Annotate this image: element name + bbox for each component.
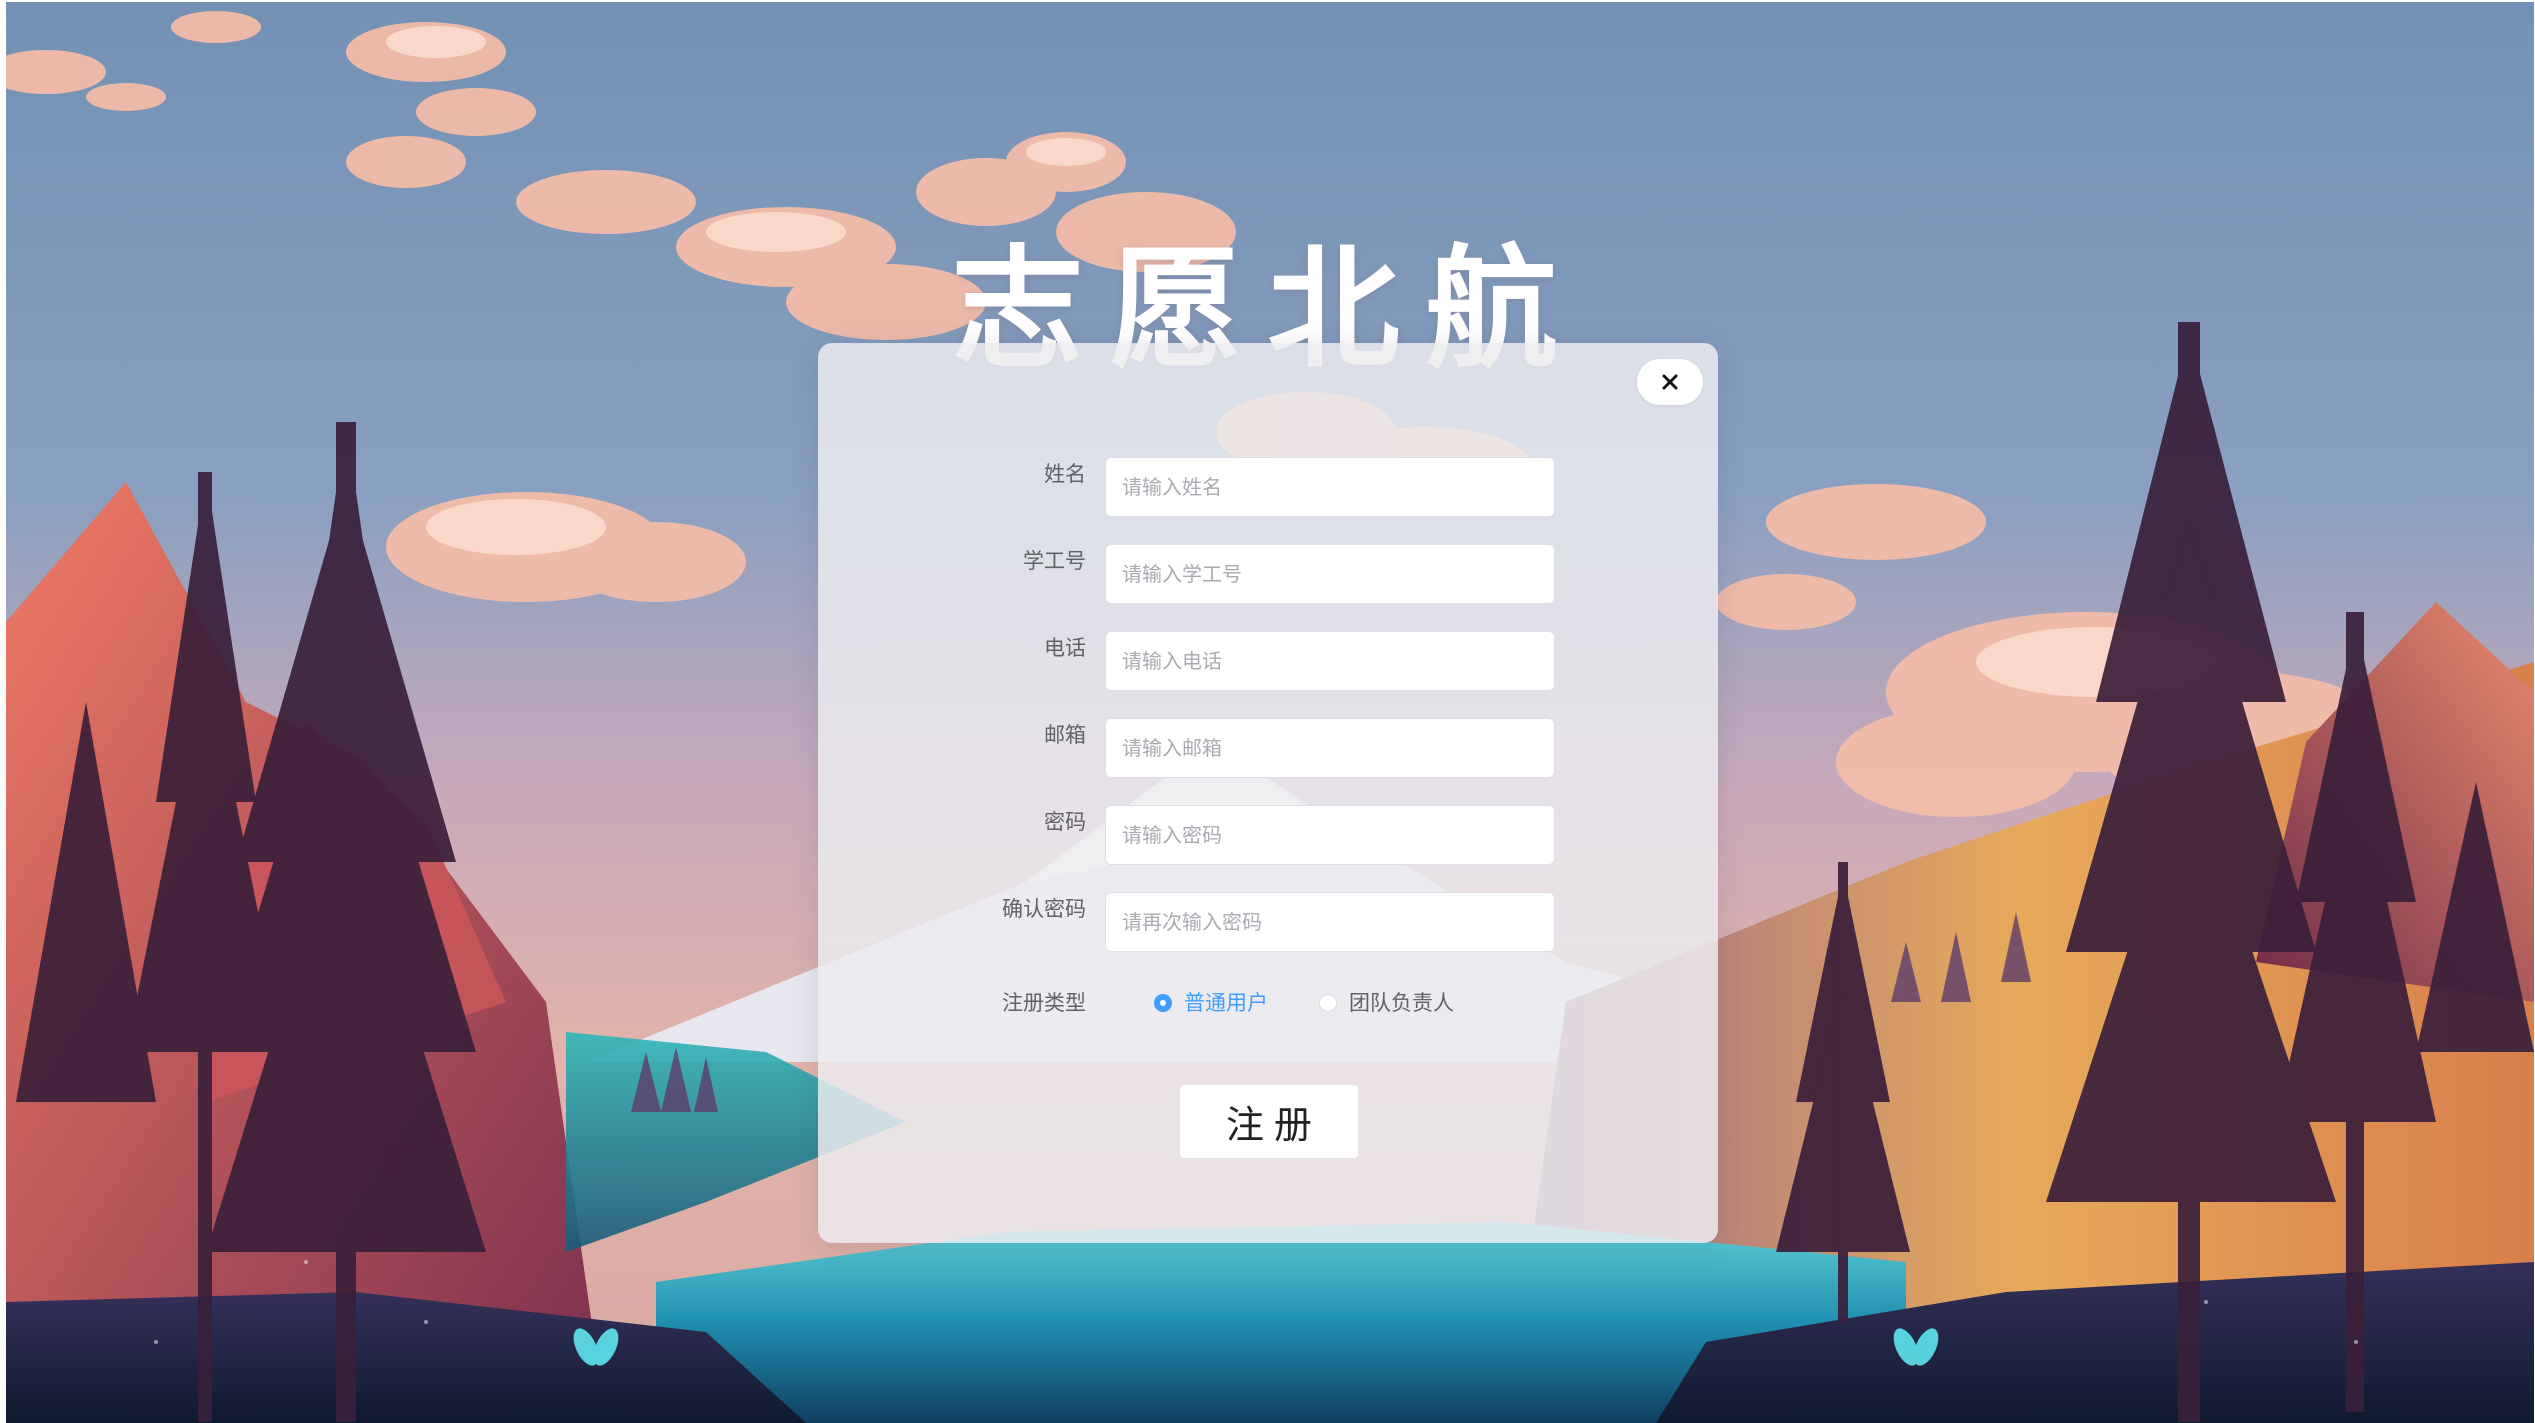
password-input[interactable]	[1105, 805, 1555, 865]
close-icon	[1662, 374, 1678, 390]
radio-team-leader-dot[interactable]	[1319, 994, 1337, 1012]
radio-team-leader[interactable]: 团队负责人	[1319, 987, 1454, 1019]
page: 志愿北航 姓名 学工号 电话 邮箱 密码 确认密码 注册类型 普通用户	[0, 0, 2535, 1423]
name-input[interactable]	[1105, 457, 1555, 517]
student-id-input[interactable]	[1105, 544, 1555, 604]
radio-normal-user-dot[interactable]	[1154, 994, 1172, 1012]
register-type-row: 注册类型 普通用户 团队负责人	[818, 987, 1718, 1019]
form-row-phone: 电话	[818, 631, 1718, 691]
register-button[interactable]: 注册	[1180, 1085, 1358, 1158]
radio-normal-user-label: 普通用户	[1184, 991, 1268, 1015]
form-row-email: 邮箱	[818, 718, 1718, 778]
confirm-password-input[interactable]	[1105, 892, 1555, 952]
radio-normal-user[interactable]: 普通用户	[1154, 987, 1268, 1019]
name-label: 姓名	[1044, 462, 1086, 486]
form-row-student-id: 学工号	[818, 544, 1718, 604]
form-row-confirm-password: 确认密码	[818, 892, 1718, 952]
email-input[interactable]	[1105, 718, 1555, 778]
form-row-name: 姓名	[818, 457, 1718, 517]
email-label: 邮箱	[1044, 723, 1086, 747]
close-button[interactable]	[1637, 359, 1703, 405]
form-row-password: 密码	[818, 805, 1718, 865]
radio-team-leader-label: 团队负责人	[1349, 991, 1454, 1015]
student-id-label: 学工号	[1023, 549, 1086, 573]
phone-label: 电话	[1044, 636, 1086, 660]
confirm-password-label: 确认密码	[1002, 897, 1086, 921]
password-label: 密码	[1044, 810, 1086, 834]
register-type-label: 注册类型	[1002, 991, 1086, 1015]
phone-input[interactable]	[1105, 631, 1555, 691]
